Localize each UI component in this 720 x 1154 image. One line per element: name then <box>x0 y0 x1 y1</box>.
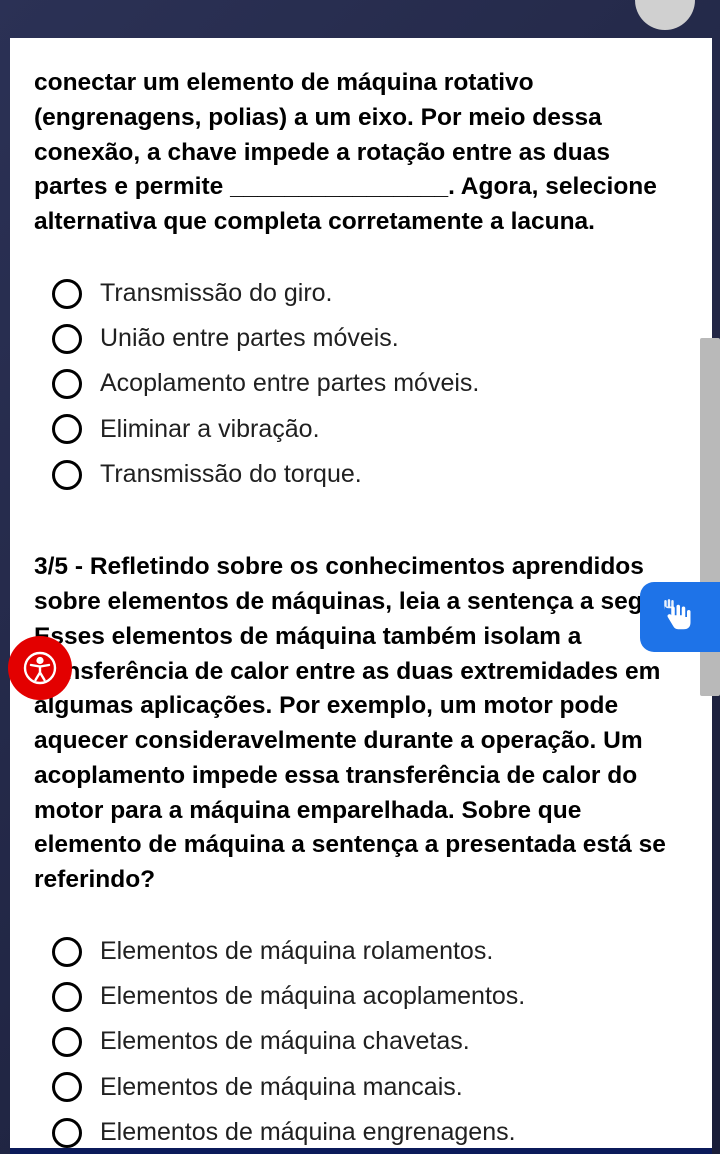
radio-icon <box>52 324 82 354</box>
q3-option-0[interactable]: Elementos de máquina rolamentos. <box>52 936 688 967</box>
radio-icon <box>52 1118 82 1148</box>
q2-option-0[interactable]: Transmissão do giro. <box>52 278 688 309</box>
quiz-card: conectar um elemento de máquina rotativo… <box>10 38 712 1149</box>
q3-option-3[interactable]: Elementos de máquina mancais. <box>52 1072 688 1103</box>
accessibility-icon <box>22 650 58 686</box>
radio-icon <box>52 414 82 444</box>
q2-option-3[interactable]: Eliminar a vibração. <box>52 414 688 445</box>
q2-option-3-label: Eliminar a vibração. <box>100 414 320 445</box>
q2-option-0-label: Transmissão do giro. <box>100 278 333 309</box>
radio-icon <box>52 279 82 309</box>
q3-option-4[interactable]: Elementos de máquina engrenagens. <box>52 1117 688 1148</box>
accessibility-button[interactable] <box>8 636 72 700</box>
question-2-options: Transmissão do giro. União entre partes … <box>34 278 688 490</box>
bottom-bar <box>10 1148 712 1154</box>
question-3-block: 3/5 - Refletindo sobre os conhecimentos … <box>34 550 688 1148</box>
q2-option-1[interactable]: União entre partes móveis. <box>52 323 688 354</box>
radio-icon <box>52 937 82 967</box>
q2-option-2[interactable]: Acoplamento entre partes móveis. <box>52 368 688 399</box>
question-2-text: conectar um elemento de máquina rotativo… <box>34 66 688 240</box>
radio-icon <box>52 1027 82 1057</box>
question-3-options: Elementos de máquina rolamentos. Element… <box>34 936 688 1148</box>
radio-icon <box>52 1072 82 1102</box>
radio-icon <box>52 460 82 490</box>
radio-icon <box>52 982 82 1012</box>
q3-option-2[interactable]: Elementos de máquina chavetas. <box>52 1026 688 1057</box>
q2-option-1-label: União entre partes móveis. <box>100 323 399 354</box>
q3-option-3-label: Elementos de máquina mancais. <box>100 1072 463 1103</box>
q3-option-4-label: Elementos de máquina engrenagens. <box>100 1117 516 1148</box>
q2-option-4[interactable]: Transmissão do torque. <box>52 459 688 490</box>
q3-option-0-label: Elementos de máquina rolamentos. <box>100 936 493 967</box>
sign-language-icon <box>659 596 701 638</box>
question-2-block: conectar um elemento de máquina rotativo… <box>34 66 688 490</box>
q3-option-2-label: Elementos de máquina chavetas. <box>100 1026 470 1057</box>
radio-icon <box>52 369 82 399</box>
q3-option-1[interactable]: Elementos de máquina acoplamentos. <box>52 981 688 1012</box>
q2-option-4-label: Transmissão do torque. <box>100 459 362 490</box>
sign-language-button[interactable] <box>640 582 720 652</box>
q2-option-2-label: Acoplamento entre partes móveis. <box>100 368 479 399</box>
q3-option-1-label: Elementos de máquina acoplamentos. <box>100 981 525 1012</box>
question-3-text: 3/5 - Refletindo sobre os conhecimentos … <box>34 550 688 898</box>
